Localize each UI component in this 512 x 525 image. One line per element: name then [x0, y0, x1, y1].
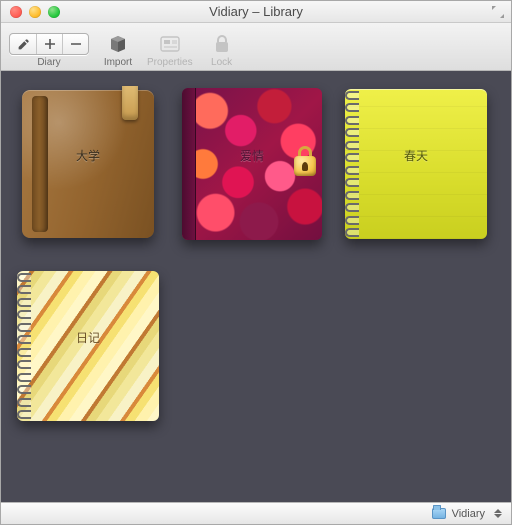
properties-label: Properties	[147, 57, 193, 68]
path-popup-button[interactable]	[491, 507, 505, 521]
library-content[interactable]: 大学 爱情 春天	[1, 71, 511, 502]
diary-cover-stripe	[17, 271, 159, 421]
diary-segmented-control	[9, 33, 89, 55]
remove-diary-button[interactable]	[62, 34, 88, 54]
properties-icon	[155, 33, 185, 55]
diary-cover-hearts	[182, 88, 322, 240]
add-diary-button[interactable]	[36, 34, 62, 54]
path-label[interactable]: Vidiary	[452, 508, 485, 520]
diary-item[interactable]: 爱情	[179, 85, 325, 243]
close-window-button[interactable]	[10, 6, 22, 18]
app-window: Vidiary – Library Diary	[0, 0, 512, 525]
properties-group: Properties	[147, 33, 193, 68]
diary-group: Diary	[9, 33, 89, 68]
diary-group-label: Diary	[37, 57, 60, 68]
status-bar: Vidiary	[1, 502, 511, 524]
diary-item[interactable]: 大学	[15, 85, 161, 243]
diary-item[interactable]: 日记	[15, 267, 161, 425]
fullscreen-icon[interactable]	[491, 5, 505, 19]
folder-icon	[432, 508, 446, 519]
edit-diary-button[interactable]	[10, 34, 36, 54]
lock-group: Lock	[207, 33, 237, 68]
titlebar: Vidiary – Library	[1, 1, 511, 23]
spiral-binding-icon	[17, 273, 31, 419]
spiral-binding-icon	[345, 91, 359, 237]
window-controls	[1, 6, 60, 18]
diary-cover-yellow	[345, 89, 487, 239]
diary-grid: 大学 爱情 春天	[1, 71, 511, 445]
diary-cover-leather	[22, 90, 154, 238]
diary-item[interactable]: 春天	[343, 85, 489, 243]
import-group[interactable]: Import	[103, 33, 133, 68]
heart-lock-icon	[294, 146, 318, 176]
import-label: Import	[104, 57, 132, 68]
zoom-window-button[interactable]	[48, 6, 60, 18]
minimize-window-button[interactable]	[29, 6, 41, 18]
window-title: Vidiary – Library	[1, 4, 511, 19]
lock-label: Lock	[211, 57, 232, 68]
lock-icon	[207, 33, 237, 55]
toolbar: Diary Import Properties Lock	[1, 23, 511, 71]
import-icon	[103, 33, 133, 55]
